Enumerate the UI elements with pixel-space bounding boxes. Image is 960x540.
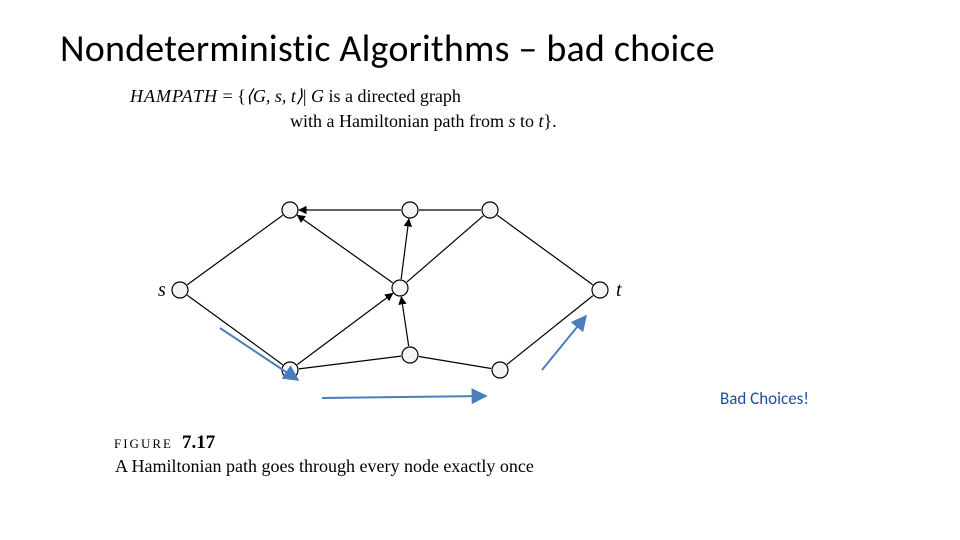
graph-figure: st <box>150 180 630 410</box>
equals: = { <box>223 86 246 106</box>
graph-node-s <box>172 282 188 298</box>
figure-caption: A Hamiltonian path goes through every no… <box>115 456 534 477</box>
bad-choice-arrow-2 <box>542 316 586 370</box>
to-word: to <box>515 111 538 131</box>
slide-title: Nondeterministic Algorithms – bad choice <box>60 26 715 72</box>
pipe: | <box>303 86 311 106</box>
bad-choice-arrow-0 <box>220 328 298 380</box>
graph-node-b <box>402 202 418 218</box>
figure-word: FIGURE <box>114 436 173 451</box>
def-period: }. <box>544 111 557 131</box>
bad-choices-annotation: Bad Choices! <box>720 388 809 409</box>
graph-edge <box>497 215 592 284</box>
def-text2: with a Hamiltonian path from <box>290 111 508 131</box>
graph-edge <box>507 296 593 365</box>
hampath-lhs: HAMPATH <box>130 86 218 106</box>
graph-edge <box>297 215 392 283</box>
graph-node-d <box>392 280 408 296</box>
graph-edge <box>401 219 409 279</box>
graph-node-c <box>482 202 498 218</box>
graph-edge <box>419 356 491 368</box>
bad-choice-arrow-1 <box>322 396 486 398</box>
graph-edge <box>299 356 401 369</box>
letter-g: G <box>311 86 324 106</box>
figure-label: FIGURE 7.17 <box>114 432 215 454</box>
graph-edge <box>297 293 393 364</box>
graph-edge <box>407 216 483 282</box>
figure-number: 7.17 <box>182 432 215 453</box>
graph-edge <box>401 297 408 346</box>
tuple-gst: ⟨G, s, t⟩ <box>246 86 303 106</box>
hampath-definition: HAMPATH = {⟨G, s, t⟩| G is a directed gr… <box>130 84 557 134</box>
node-label-t: t <box>616 279 622 301</box>
graph-node-a <box>282 202 298 218</box>
graph-edge <box>187 215 282 284</box>
def-text1: is a directed graph <box>324 86 461 106</box>
graph-node-g <box>492 362 508 378</box>
graph-edge <box>187 295 282 364</box>
node-label-s: s <box>158 279 166 301</box>
graph-node-t <box>592 282 608 298</box>
graph-node-f <box>402 347 418 363</box>
